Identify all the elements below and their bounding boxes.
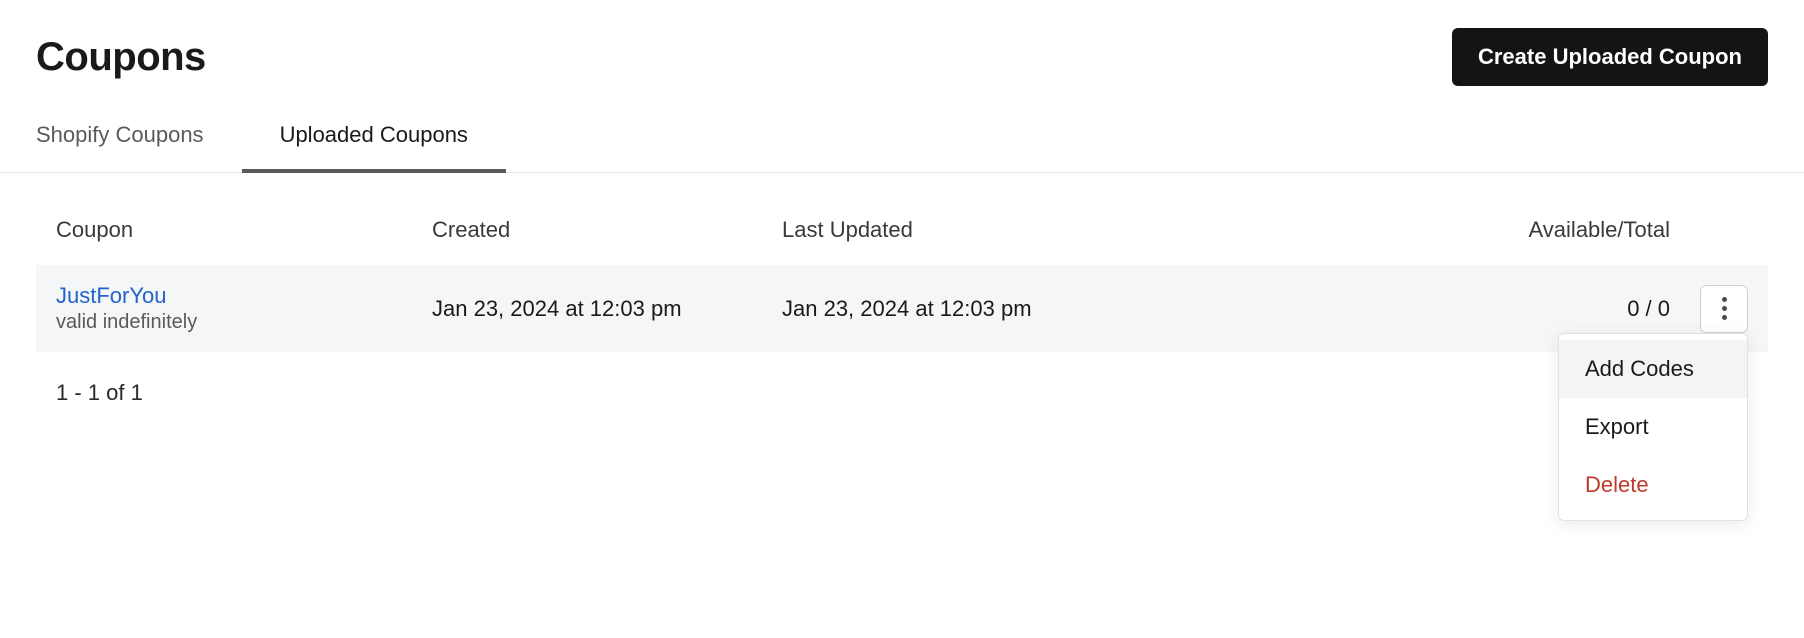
coupon-name-link[interactable]: JustForYou — [56, 283, 432, 309]
coupon-validity-label: valid indefinitely — [56, 311, 432, 334]
page-title: Coupons — [36, 35, 206, 80]
coupon-created-value: Jan 23, 2024 at 12:03 pm — [432, 296, 782, 322]
table-row: JustForYou valid indefinitely Jan 23, 20… — [36, 265, 1768, 352]
tab-shopify-coupons[interactable]: Shopify Coupons — [36, 122, 204, 172]
row-actions-button[interactable] — [1700, 285, 1748, 333]
tabs: Shopify Coupons Uploaded Coupons — [0, 86, 1804, 173]
kebab-icon — [1722, 297, 1727, 320]
tab-uploaded-coupons[interactable]: Uploaded Coupons — [280, 122, 468, 172]
coupon-available-value: 0 / 0 — [1212, 296, 1688, 322]
menu-item-delete[interactable]: Delete — [1559, 456, 1747, 514]
menu-item-export[interactable]: Export — [1559, 398, 1747, 456]
menu-item-add-codes[interactable]: Add Codes — [1559, 340, 1747, 398]
column-header-created: Created — [432, 217, 782, 243]
coupon-updated-value: Jan 23, 2024 at 12:03 pm — [782, 296, 1212, 322]
column-header-available: Available/Total — [1212, 217, 1688, 243]
table-header-row: Coupon Created Last Updated Available/To… — [36, 173, 1768, 265]
column-header-actions — [1688, 217, 1748, 243]
column-header-coupon: Coupon — [56, 217, 432, 243]
create-uploaded-coupon-button[interactable]: Create Uploaded Coupon — [1452, 28, 1768, 86]
column-header-updated: Last Updated — [782, 217, 1212, 243]
row-actions-menu: Add Codes Export Delete — [1558, 333, 1748, 521]
pagination-label: 1 - 1 of 1 — [36, 352, 1768, 434]
